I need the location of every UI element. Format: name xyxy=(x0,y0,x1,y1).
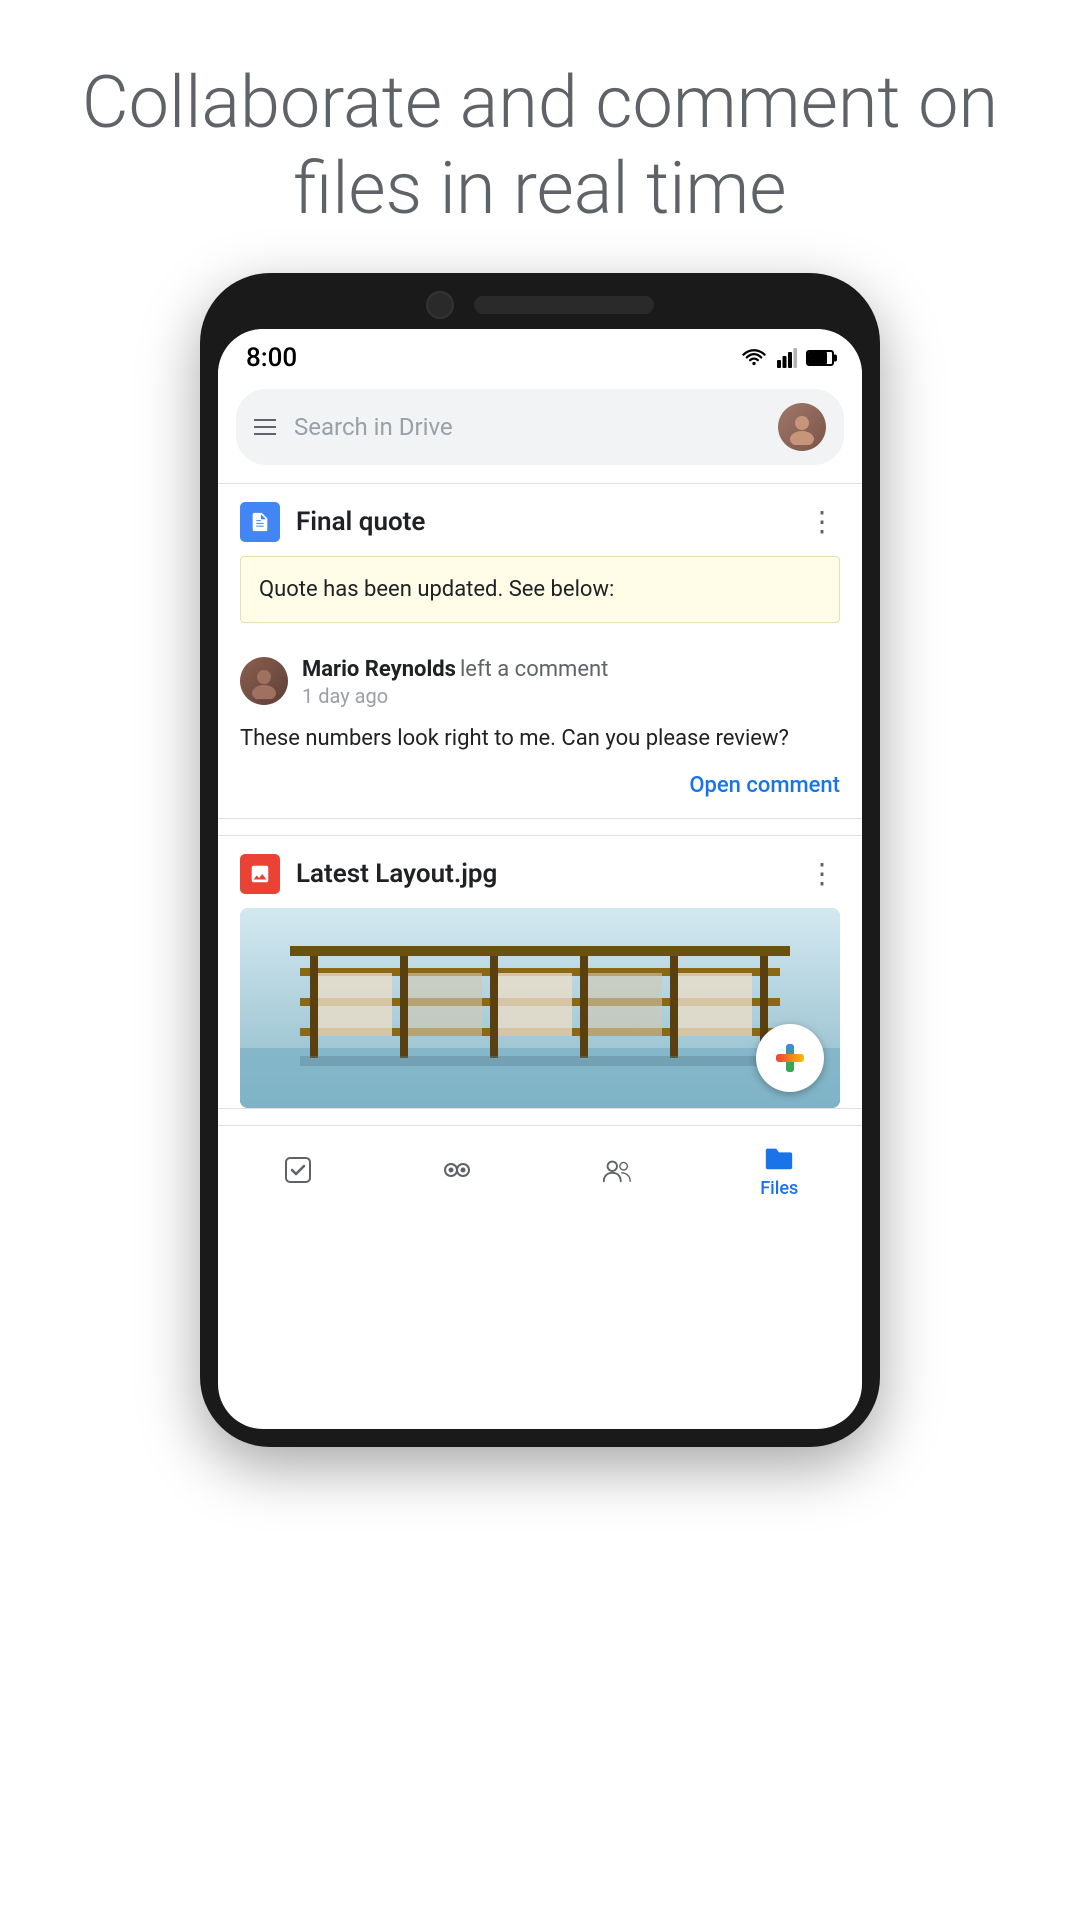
more-options-1[interactable]: ⋮ xyxy=(804,505,840,538)
comment-header: Mario Reynolds left a comment 1 day ago xyxy=(240,657,840,708)
shared-drives-icon xyxy=(441,1154,473,1186)
building-scene xyxy=(240,908,840,1108)
phone-screen: 8:00 xyxy=(218,329,862,1429)
doc-preview: Quote has been updated. See below: xyxy=(240,556,840,623)
file-header-2: Latest Layout.jpg ⋮ xyxy=(218,836,862,908)
comment-time: 1 day ago xyxy=(302,684,840,708)
image-file-icon xyxy=(240,854,280,894)
nav-item-files[interactable]: Files xyxy=(760,1142,798,1199)
file-name-2: Latest Layout.jpg xyxy=(296,859,804,889)
comment-section: Mario Reynolds left a comment 1 day ago … xyxy=(218,641,862,818)
comment-action-text: left a comment xyxy=(460,657,608,682)
wifi-icon xyxy=(740,348,768,368)
open-comment-link[interactable]: Open comment xyxy=(689,773,840,798)
doc-file-icon xyxy=(240,502,280,542)
open-comment-button[interactable]: Open comment xyxy=(240,773,840,798)
more-options-2[interactable]: ⋮ xyxy=(804,857,840,890)
hamburger-icon[interactable] xyxy=(254,419,276,435)
phone-camera xyxy=(426,291,454,319)
nav-item-tasks[interactable] xyxy=(282,1154,314,1186)
image-preview xyxy=(240,908,840,1108)
file-header-1: Final quote ⋮ xyxy=(218,484,862,556)
battery-icon xyxy=(806,350,834,366)
status-time: 8:00 xyxy=(246,343,297,373)
signal-icon xyxy=(776,348,798,368)
file-card-final-quote: Final quote ⋮ Quote has been updated. Se… xyxy=(218,483,862,819)
google-plus-icon xyxy=(772,1040,808,1076)
commenter-avatar xyxy=(240,657,288,705)
user-avatar-image xyxy=(778,403,826,451)
user-avatar[interactable] xyxy=(778,403,826,451)
phone-top-hardware xyxy=(218,291,862,319)
comment-author-line: Mario Reynolds left a comment xyxy=(302,657,840,682)
commenter-name: Mario Reynolds xyxy=(302,657,456,682)
nav-item-shared[interactable] xyxy=(441,1154,473,1186)
hero-title: Collaborate and comment on files in real… xyxy=(0,0,1080,273)
building-svg xyxy=(240,908,840,1108)
nav-item-people[interactable] xyxy=(601,1154,633,1186)
phone-speaker xyxy=(474,296,654,314)
file-name-1: Final quote xyxy=(296,507,804,537)
comment-meta: Mario Reynolds left a comment 1 day ago xyxy=(302,657,840,708)
files-nav-label: Files xyxy=(760,1178,798,1199)
search-input[interactable]: Search in Drive xyxy=(294,413,760,441)
status-bar: 8:00 xyxy=(218,329,862,381)
bottom-nav: Files xyxy=(218,1125,862,1219)
comment-body: These numbers look right to me. Can you … xyxy=(240,722,840,755)
phone-shell: 8:00 xyxy=(200,273,880,1447)
files-folder-icon xyxy=(763,1142,795,1174)
tasks-icon xyxy=(282,1154,314,1186)
file-card-latest-layout: Latest Layout.jpg ⋮ xyxy=(218,835,862,1109)
search-bar[interactable]: Search in Drive xyxy=(236,389,844,465)
doc-preview-text: Quote has been updated. See below: xyxy=(259,577,614,602)
status-icons xyxy=(740,348,834,368)
fab-button[interactable] xyxy=(756,1024,824,1092)
people-icon xyxy=(601,1154,633,1186)
